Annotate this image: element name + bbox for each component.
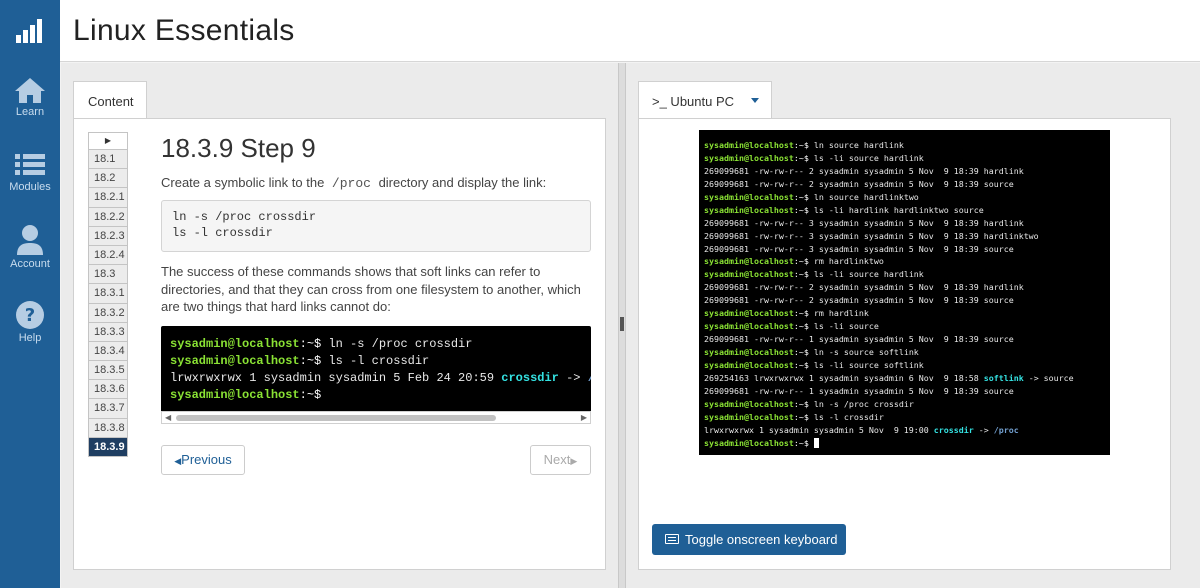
vm-terminal-line: 269099681 -rw-rw-r-- 1 sysadmin sysadmin… — [704, 334, 1014, 345]
step-item[interactable]: 18.3.2 — [88, 303, 128, 323]
step-item[interactable]: 18.3.9 — [88, 437, 128, 457]
step-item[interactable]: 18.3.6 — [88, 380, 128, 400]
previous-button[interactable]: ◀Previous — [161, 445, 245, 475]
user-icon — [17, 225, 43, 255]
vm-terminal-line: sysadmin@localhost:~$ ln source hardlink — [704, 140, 904, 150]
terminal-output-example: sysadmin@localhost:~$ ln -s /proc crossd… — [161, 326, 591, 424]
panel-resize-handle[interactable] — [618, 63, 626, 588]
app-title: Linux Essentials — [73, 14, 295, 47]
step-item[interactable]: 18.3.8 — [88, 418, 128, 438]
terminal-line: sysadmin@localhost:~$ ln -s /proc crossd… — [170, 337, 473, 351]
step-item[interactable]: 18.3.7 — [88, 399, 128, 419]
terminal-cursor — [813, 437, 819, 448]
step-item[interactable]: 18.3.3 — [88, 322, 128, 342]
vm-terminal-line: sysadmin@localhost:~$ rm hardlink — [704, 308, 869, 319]
vm-terminal-line: 269099681 -rw-rw-r-- 3 sysadmin sysadmin… — [704, 217, 1024, 228]
vm-terminal-line: sysadmin@localhost:~$ ls -li hardlink ha… — [704, 204, 984, 215]
tab-ubuntu-pc[interactable]: >_ Ubuntu PC — [638, 81, 772, 119]
vm-terminal-line: 269099681 -rw-rw-r-- 2 sysadmin sysadmin… — [704, 178, 1014, 189]
command-block: ln -s /proc crossdir ls -l crossdir — [161, 200, 591, 252]
step-intro: Create a symbolic link to the /proc dire… — [161, 174, 591, 193]
keyboard-icon — [665, 534, 679, 544]
vm-terminal-line: sysadmin@localhost:~$ rm hardlinktwo — [704, 256, 884, 267]
caret-right-icon: ▶ — [104, 136, 112, 145]
caret-down-icon[interactable] — [751, 98, 759, 103]
step-item[interactable]: 18.2.4 — [88, 245, 128, 266]
command-line: ls -l crossdir — [172, 226, 273, 240]
step-explanation: The success of these commands shows that… — [161, 264, 581, 314]
scrollbar-thumb[interactable] — [176, 415, 496, 421]
intro-code: /proc — [331, 176, 371, 191]
step-title: 18.3.9 Step 9 — [161, 133, 316, 163]
vm-terminal-line: sysadmin@localhost:~$ — [704, 437, 1105, 450]
tab-ubuntu-pc-label: >_ Ubuntu PC — [652, 94, 735, 109]
intro-text-after: directory and display the link: — [378, 175, 547, 190]
nav-label-modules: Modules — [9, 181, 51, 193]
vm-terminal-line: sysadmin@localhost:~$ ls -li source soft… — [704, 359, 924, 370]
nav-item-modules[interactable]: Modules — [0, 151, 60, 193]
vm-terminal-line: 269099681 -rw-rw-r-- 3 sysadmin sysadmin… — [704, 243, 1014, 254]
vm-terminal-line: 269254163 lrwxrwxrwx 1 sysadmin sysadmin… — [704, 372, 1074, 383]
vm-terminal-line: sysadmin@localhost:~$ ls -li source hard… — [704, 152, 924, 163]
tab-content-label: Content — [88, 94, 134, 109]
tab-content[interactable]: Content — [73, 81, 147, 119]
step-item[interactable]: 18.3.1 — [88, 284, 128, 304]
terminal-line: sysadmin@localhost:~$ ls -l crossdir — [170, 354, 430, 368]
signal-bars-logo-icon[interactable] — [15, 18, 45, 44]
nav-label-help: Help — [18, 332, 42, 344]
nav-item-account[interactable]: Account — [0, 224, 60, 270]
header: Linux Essentials — [60, 0, 1200, 62]
home-icon — [15, 78, 45, 103]
step-item[interactable]: 18.1 — [88, 150, 128, 170]
vm-terminal-line: lrwxrwxrwx 1 sysadmin sysadmin 5 Nov 9 1… — [704, 424, 1019, 435]
vm-terminal-line: 269099681 -rw-rw-r-- 2 sysadmin sysadmin… — [704, 282, 1024, 293]
vm-terminal-line: sysadmin@localhost:~$ ls -li source hard… — [704, 269, 924, 280]
vm-terminal-line: sysadmin@localhost:~$ ln -s source softl… — [704, 347, 919, 357]
step-item[interactable]: 18.3 — [88, 265, 128, 285]
step-item[interactable]: 18.2.1 — [88, 188, 128, 208]
command-line: ln -s /proc crossdir — [172, 210, 317, 224]
question-icon: ? — [16, 301, 44, 329]
nav-item-learn[interactable]: Learn — [0, 76, 60, 118]
step-item[interactable]: 18.2.3 — [88, 226, 128, 246]
step-item[interactable]: 18.3.5 — [88, 361, 128, 381]
horizontal-scrollbar[interactable]: ◀ ▶ — [161, 411, 591, 424]
nav-item-help[interactable]: ? Help — [0, 300, 60, 344]
step-item[interactable]: 18.2.2 — [88, 207, 128, 227]
vm-terminal[interactable]: sysadmin@localhost:~$ ln source hardlink… — [699, 130, 1110, 455]
vm-terminal-line: sysadmin@localhost:~$ ls -li source — [704, 321, 879, 332]
vm-terminal-line: sysadmin@localhost:~$ ln -s /proc crossd… — [704, 398, 914, 409]
scroll-left-icon[interactable]: ◀ — [165, 412, 171, 424]
vm-terminal-line: 269099681 -rw-rw-r-- 1 sysadmin sysadmin… — [704, 385, 1014, 396]
step-list: ▶ 18.1 18.2 18.2.1 18.2.2 18.2.3 18.2.4 18.3 18… — [88, 132, 128, 457]
step-item[interactable]: 18.2 — [88, 169, 128, 189]
vm-terminal-line: 269099681 -rw-rw-r-- 2 sysadmin sysadmin… — [704, 165, 1024, 176]
svg-text:?: ? — [25, 305, 35, 326]
nav-label-account: Account — [10, 258, 50, 270]
toggle-keyboard-button[interactable]: Toggle onscreen keyboard — [652, 524, 846, 555]
chevron-right-icon: ▶ — [570, 456, 578, 466]
vm-terminal-line: sysadmin@localhost:~$ ln source hardlink… — [704, 191, 919, 202]
intro-text-before: Create a symbolic link to the — [161, 175, 325, 190]
list-icon — [15, 154, 45, 175]
step-list-collapse-button[interactable]: ▶ — [88, 132, 128, 150]
terminal-line: sysadmin@localhost:~$ — [170, 388, 322, 402]
terminal-line: lrwxrwxrwx 1 sysadmin sysadmin 5 Feb 24 … — [170, 371, 591, 385]
vm-terminal-line: 269099681 -rw-rw-r-- 3 sysadmin sysadmin… — [704, 230, 1039, 241]
scroll-right-icon[interactable]: ▶ — [581, 412, 587, 424]
vm-terminal-line: 269099681 -rw-rw-r-- 2 sysadmin sysadmin… — [704, 295, 1014, 306]
nav-label-learn: Learn — [15, 106, 45, 118]
step-item[interactable]: 18.3.4 — [88, 341, 128, 362]
next-button[interactable]: Next▶ — [530, 445, 591, 475]
vm-terminal-line: sysadmin@localhost:~$ ls -l crossdir — [704, 411, 884, 422]
left-nav: Learn Modules Account ? Help — [0, 0, 60, 588]
